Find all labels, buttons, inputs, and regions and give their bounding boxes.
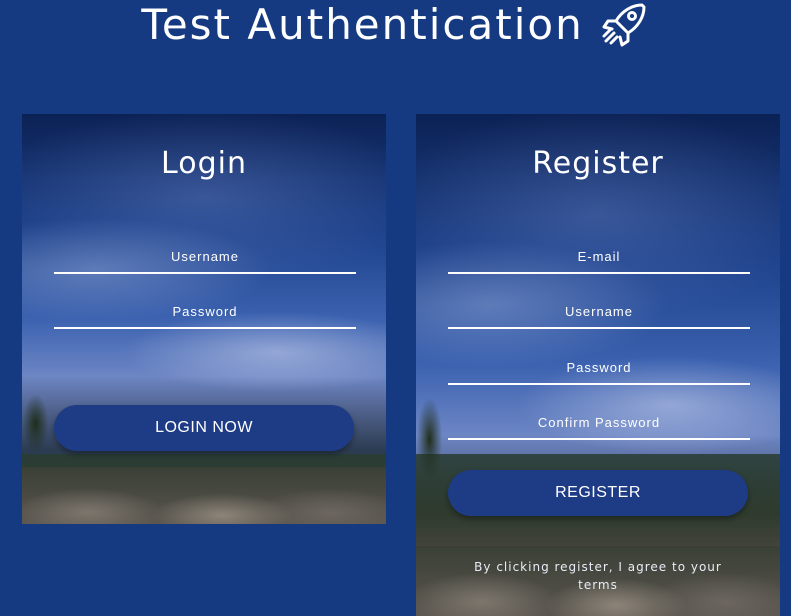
login-button[interactable]: LOGIN NOW	[54, 405, 354, 451]
register-confirm-password-field[interactable]	[448, 406, 750, 440]
register-email-field[interactable]	[448, 240, 750, 274]
terms-notice: By clicking register, I agree to your te…	[474, 560, 722, 592]
register-panel: Register REGISTER By clicking register, …	[416, 114, 780, 616]
login-password-field[interactable]	[54, 295, 356, 329]
login-panel: Login LOGIN NOW	[22, 114, 386, 524]
login-password-input[interactable]	[54, 295, 356, 327]
auth-page: Test Authentication Login LOGIN NOW	[0, 0, 791, 616]
register-username-input[interactable]	[448, 295, 750, 327]
rocket-icon	[602, 3, 646, 47]
register-heading: Register	[532, 146, 664, 181]
register-password-input[interactable]	[448, 351, 750, 383]
register-username-field[interactable]	[448, 295, 750, 329]
login-username-input[interactable]	[54, 240, 356, 272]
page-title: Test Authentication	[141, 0, 584, 49]
landscape-tree	[22, 384, 56, 464]
register-button[interactable]: REGISTER	[448, 470, 748, 516]
landscape-rocks	[22, 466, 386, 524]
page-header: Test Authentication	[0, 0, 791, 50]
login-heading: Login	[161, 146, 247, 181]
login-username-field[interactable]	[54, 240, 356, 274]
register-email-input[interactable]	[448, 240, 750, 272]
landscape-tree	[416, 384, 450, 494]
register-password-field[interactable]	[448, 351, 750, 385]
register-confirm-password-input[interactable]	[448, 406, 750, 438]
